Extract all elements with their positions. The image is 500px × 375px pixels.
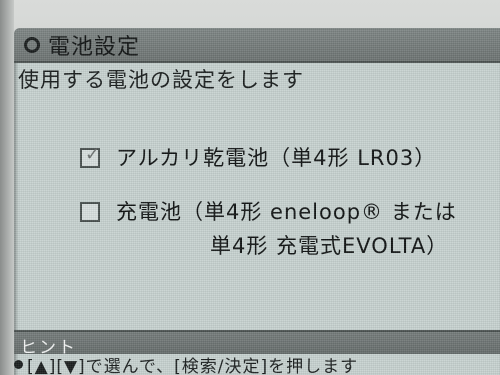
option-rechargeable-battery[interactable]: 充電池（単4形 eneloop® または <box>80 196 457 228</box>
title-bar: 電池設定 <box>14 28 500 63</box>
bezel-edge <box>0 0 14 375</box>
option-alkaline-battery[interactable]: ✓ アルカリ乾電池（単4形 LR03） <box>80 142 436 174</box>
option-label-alkaline: アルカリ乾電池（単4形 LR03） <box>116 146 437 170</box>
circle-icon <box>24 36 40 53</box>
hint-row: [▲][▼]で選んで、[検索/決定]を押します <box>14 353 500 375</box>
checkbox-rechargeable[interactable] <box>80 202 100 222</box>
hint-text: [▲][▼]で選んで、[検索/決定]を押します <box>27 356 359 375</box>
checkmark-icon: ✓ <box>85 144 101 165</box>
checkbox-alkaline[interactable]: ✓ <box>80 144 101 168</box>
option-label-rechargeable-line2: 単4形 充電式EVOLTA） <box>210 234 449 258</box>
bullet-icon <box>14 359 23 369</box>
description-text: 使用する電池の設定をします <box>18 68 304 92</box>
option-label-rechargeable: 充電池（単4形 eneloop® または <box>116 200 457 224</box>
page-title: 電池設定 <box>48 34 141 60</box>
hint-bar: ヒント <box>14 330 500 358</box>
lcd-screen: 電池設定 使用する電池の設定をします ✓ アルカリ乾電池（単4形 LR03） 充… <box>14 28 500 375</box>
